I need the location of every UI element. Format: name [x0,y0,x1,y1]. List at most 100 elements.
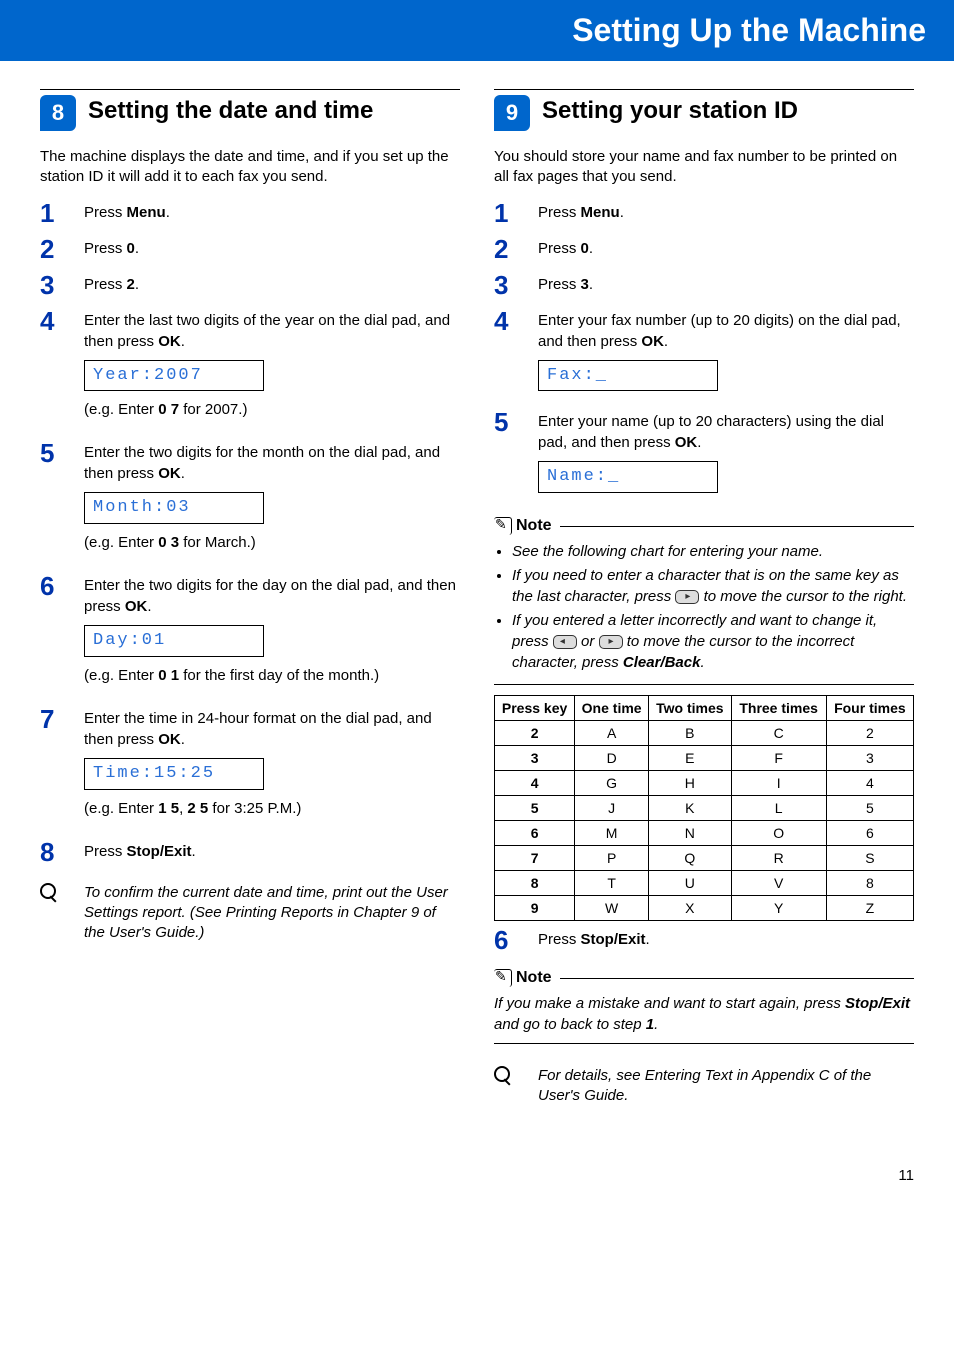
table-cell: 8 [826,871,913,896]
section-number-badge: 8 [40,95,76,131]
step-number: 5 [40,440,84,466]
table-cell: 2 [495,721,575,746]
table-header: Four times [826,696,913,721]
page-body: 8 Setting the date and time The machine … [0,61,954,1204]
table-row: 5JKL5 [495,796,914,821]
table-cell: S [826,846,913,871]
table-cell: Y [731,896,826,921]
table-cell: Q [649,846,731,871]
step-text: Enter the two digits for the day on the … [84,573,460,696]
table-cell: 6 [826,821,913,846]
step-text: Press 0. [538,236,593,259]
step-text: Enter the time in 24-hour format on the … [84,706,460,829]
note-item: See the following chart for entering you… [512,541,914,562]
table-row: 3DEF3 [495,746,914,771]
section-intro: You should store your name and fax numbe… [494,147,914,188]
step-number: 2 [494,236,538,262]
table-cell: W [575,896,649,921]
table-cell: 8 [495,871,575,896]
step-text: Press Menu. [538,200,624,223]
step-text: Press 0. [84,236,139,259]
character-entry-table: Press keyOne timeTwo timesThree timesFou… [494,695,914,921]
page-number: 11 [40,1167,914,1184]
step-number: 6 [40,573,84,599]
table-row: 4GHI4 [495,771,914,796]
table-cell: 5 [826,796,913,821]
table-cell: B [649,721,731,746]
table-cell: K [649,796,731,821]
table-cell: Z [826,896,913,921]
lcd-display: Day:01 [84,625,264,657]
table-cell: I [731,771,826,796]
table-cell: 7 [495,846,575,871]
table-cell: 4 [826,771,913,796]
table-row: 9WXYZ [495,896,914,921]
arrow-left-icon [553,635,577,649]
lcd-display: Month:03 [84,492,264,524]
section-title: Setting the date and time [88,97,373,125]
step-text: Enter your fax number (up to 20 digits) … [538,308,914,400]
table-row: 2ABC2 [495,721,914,746]
table-cell: U [649,871,731,896]
lcd-display: Name:_ [538,461,718,493]
table-cell: 4 [495,771,575,796]
table-cell: D [575,746,649,771]
table-cell: P [575,846,649,871]
magnifier-icon [40,883,84,909]
step-number: 3 [40,272,84,298]
lcd-display: Year:2007 [84,360,264,392]
step-text: Press Stop/Exit. [538,927,650,950]
step-text: Enter the two digits for the month on th… [84,440,460,563]
note-item: If you need to enter a character that is… [512,565,914,607]
table-header: Two times [649,696,731,721]
note-body: If you make a mistake and want to start … [494,993,914,1044]
step-number: 3 [494,272,538,298]
note-item: If you entered a letter incorrectly and … [512,610,914,673]
section-title: Setting your station ID [542,97,798,125]
table-cell: N [649,821,731,846]
table-header: One time [575,696,649,721]
step-text: Press Stop/Exit. [84,839,196,862]
step-number: 5 [494,409,538,435]
step-text: Press Menu. [84,200,170,223]
table-cell: 3 [495,746,575,771]
tip-block: To confirm the current date and time, pr… [40,883,460,944]
step-number: 1 [494,200,538,226]
arrow-right-icon [599,635,623,649]
table-cell: R [731,846,826,871]
step-number: 2 [40,236,84,262]
step-text: Press 2. [84,272,139,295]
step-text: Enter the last two digits of the year on… [84,308,460,431]
pencil-icon [494,517,512,535]
tip-block: For details, see Entering Text in Append… [494,1066,914,1107]
section-intro: The machine displays the date and time, … [40,147,460,188]
section-station-id: 9 Setting your station ID You should sto… [494,89,914,1107]
table-cell: G [575,771,649,796]
pencil-icon [494,969,512,987]
step-number: 4 [40,308,84,334]
note-heading: Note [494,517,914,535]
step-number: 8 [40,839,84,865]
step-number: 4 [494,308,538,334]
step-text: Enter your name (up to 20 characters) us… [538,409,914,501]
table-header: Three times [731,696,826,721]
table-cell: 2 [826,721,913,746]
lcd-display: Fax:_ [538,360,718,392]
section-number-badge: 9 [494,95,530,131]
table-row: 6MNO6 [495,821,914,846]
table-row: 8TUV8 [495,871,914,896]
table-cell: C [731,721,826,746]
table-cell: X [649,896,731,921]
table-cell: 3 [826,746,913,771]
tip-text: For details, see Entering Text in Append… [538,1066,914,1107]
table-header: Press key [495,696,575,721]
page-banner: Setting Up the Machine [0,0,954,61]
step-number: 6 [494,927,538,953]
table-row: 7PQRS [495,846,914,871]
table-cell: F [731,746,826,771]
table-cell: 5 [495,796,575,821]
magnifier-icon [494,1066,538,1092]
step-text: Press 3. [538,272,593,295]
table-cell: T [575,871,649,896]
table-cell: 6 [495,821,575,846]
